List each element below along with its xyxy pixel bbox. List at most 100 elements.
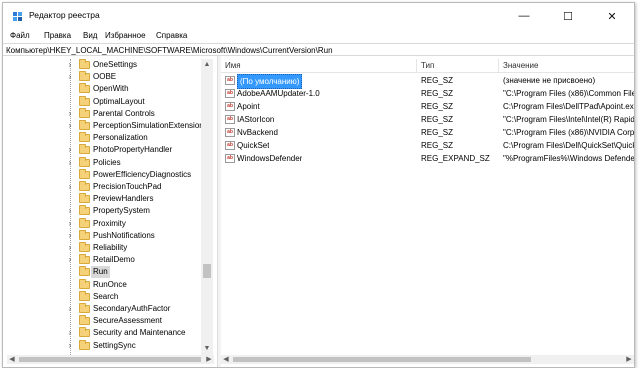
folder-icon [79, 168, 90, 179]
folder-icon [79, 71, 90, 82]
tree-item[interactable]: OpenWith [7, 83, 203, 95]
expand-arrow-icon [66, 96, 74, 108]
tree-vertical-scrollbar[interactable]: ▲ ▼ [201, 59, 213, 355]
minimize-button[interactable]: — [502, 3, 546, 29]
tree-item[interactable]: › PropertySystem [7, 205, 203, 217]
expand-arrow-icon [66, 266, 74, 278]
tree-item[interactable]: › SecondaryAuthFactor [7, 303, 203, 315]
expand-arrow-icon[interactable]: › [66, 303, 74, 315]
close-button[interactable]: ✕ [590, 3, 634, 29]
title-bar: Редактор реестра — ☐ ✕ [3, 3, 634, 29]
tree-item[interactable]: › PushNotifications [7, 229, 203, 242]
expand-arrow-icon[interactable]: › [66, 242, 74, 254]
scroll-left-arrow-icon[interactable]: ◀ [7, 355, 17, 364]
value-row[interactable]: ab WindowsDefender REG_EXPAND_SZ "%ProgramF… [221, 152, 634, 165]
value-row[interactable]: ab AdobeAAMUpdater-1.0 REG_SZ "C:\Program F… [221, 87, 634, 100]
tree-item[interactable]: › Proximity [7, 217, 203, 230]
value-type: REG_SZ [421, 102, 454, 111]
menu-view[interactable]: Вид [83, 31, 97, 41]
folder-icon [79, 303, 90, 313]
value-data: "C:\Program Files\Intel\Intel(R) Rapid [503, 115, 634, 124]
scroll-right-arrow-icon[interactable]: ▶ [624, 355, 634, 364]
value-name: WindowsDefender [237, 154, 303, 163]
scroll-left-arrow-icon[interactable]: ◀ [221, 355, 231, 364]
tree-item-label: Reliability [93, 243, 128, 252]
expand-arrow-icon[interactable]: › [66, 327, 74, 339]
column-header-name[interactable]: Имя [221, 59, 417, 72]
tree-horizontal-scrollbar[interactable]: ◀ ▶ [7, 355, 214, 364]
scroll-down-arrow-icon[interactable]: ▼ [201, 343, 213, 355]
expand-arrow-icon[interactable]: › [66, 340, 74, 352]
tree-item[interactable]: SecureAssessment [7, 315, 203, 327]
value-type: REG_SZ [421, 89, 454, 98]
tree-item[interactable]: › PerceptionSimulationExtension [7, 120, 204, 132]
tree-item[interactable]: › Security and Maintenance [7, 327, 203, 339]
expand-arrow-icon[interactable]: › [66, 108, 74, 120]
value-row[interactable]: ab NvBackend REG_SZ "C:\Program Files (x86)… [221, 126, 634, 139]
expand-arrow-icon[interactable]: › [66, 254, 74, 266]
tree-item[interactable]: PreviewHandlers [7, 193, 203, 205]
tree-item[interactable]: › RetailDemo [7, 254, 203, 266]
expand-arrow-icon[interactable]: › [66, 230, 74, 242]
expand-arrow-icon[interactable]: › [66, 144, 74, 156]
address-bar[interactable]: Компьютер\HKEY_LOCAL_MACHINE\SOFTWARE\Mi… [3, 43, 634, 56]
scroll-up-arrow-icon[interactable]: ▲ [201, 59, 213, 71]
folder-icon [79, 144, 90, 155]
tree-item-label: RetailDemo [93, 255, 135, 265]
tree-item[interactable]: › SettingSync [7, 339, 203, 352]
expand-arrow-icon[interactable]: › [66, 181, 74, 193]
tree-item[interactable]: › Policies [7, 156, 203, 169]
tree-item-label: Security and Maintenance [93, 328, 186, 338]
value-data: "%ProgramFiles%\Windows Defender [503, 154, 634, 163]
expand-arrow-icon[interactable]: › [66, 120, 74, 132]
folder-icon [79, 217, 90, 228]
menu-favorites[interactable]: Избранное [105, 31, 146, 41]
column-header-value[interactable]: Значение [499, 59, 634, 72]
menu-edit[interactable]: Правка [44, 31, 71, 41]
tree-item[interactable]: RunOnce [7, 278, 203, 291]
scroll-thumb[interactable] [233, 357, 531, 362]
value-type: REG_EXPAND_SZ [421, 154, 490, 163]
registry-key-tree[interactable]: › OneSettings › OOBE OpenWith OptimalLayout › P… [7, 59, 216, 355]
tree-item[interactable]: › OneSettings [7, 59, 203, 71]
folder-icon [79, 290, 90, 301]
tree-item-label: PushNotifications [93, 230, 155, 240]
tree-item-label: SettingSync [93, 340, 136, 350]
expand-arrow-icon[interactable]: › [66, 218, 74, 230]
expand-arrow-icon[interactable]: › [66, 59, 74, 71]
folder-icon [79, 205, 90, 216]
tree-item[interactable]: OptimalLayout [7, 95, 203, 108]
tree-item[interactable]: › PrecisionTouchPad [7, 181, 203, 193]
value-data: C:\Program Files\DellTPad\Apoint.exe [503, 102, 634, 111]
value-row[interactable]: ab QuickSet REG_SZ C:\Program Files\Dell\Qu… [221, 139, 634, 152]
scroll-right-arrow-icon[interactable]: ▶ [204, 355, 214, 364]
tree-item-label: Policies [93, 157, 121, 167]
menu-bar: Файл Правка Вид Избранное Справка [3, 29, 634, 43]
tree-item[interactable]: Run [7, 266, 203, 279]
tree-item-label: Proximity [93, 218, 126, 228]
column-header-type[interactable]: Тип [417, 59, 499, 72]
expand-arrow-icon[interactable]: › [66, 157, 74, 169]
value-data: "C:\Program Files (x86)\Common File [503, 89, 634, 98]
scroll-thumb[interactable] [203, 264, 211, 278]
menu-help[interactable]: Справка [156, 31, 187, 41]
tree-item[interactable]: › Reliability [7, 242, 203, 254]
value-row[interactable]: ab IAStorIcon REG_SZ "C:\Program Files\Inte… [221, 113, 634, 126]
expand-arrow-icon[interactable]: › [66, 205, 74, 217]
menu-file[interactable]: Файл [10, 31, 30, 41]
values-horizontal-scrollbar[interactable]: ◀ ▶ [221, 355, 634, 364]
maximize-button[interactable]: ☐ [546, 3, 590, 29]
value-row[interactable]: ab Apoint REG_SZ C:\Program Files\DellTPad\… [221, 100, 634, 113]
tree-item[interactable]: › OOBE [7, 71, 203, 83]
tree-item[interactable]: PowerEfficiencyDiagnostics [7, 168, 203, 181]
value-type: REG_SZ [421, 141, 454, 150]
expand-arrow-icon[interactable]: › [66, 71, 74, 83]
tree-item[interactable]: › Parental Controls [7, 107, 203, 120]
value-name: NvBackend [237, 128, 278, 137]
expand-arrow-icon [66, 291, 74, 303]
scroll-thumb[interactable] [19, 357, 201, 362]
value-row[interactable]: ab (По умолчанию) REG_SZ (значение не присв… [221, 74, 634, 89]
tree-item[interactable]: › PhotoPropertyHandler [7, 144, 203, 156]
tree-item[interactable]: Personalization [7, 132, 203, 144]
tree-item[interactable]: Search [7, 290, 203, 303]
